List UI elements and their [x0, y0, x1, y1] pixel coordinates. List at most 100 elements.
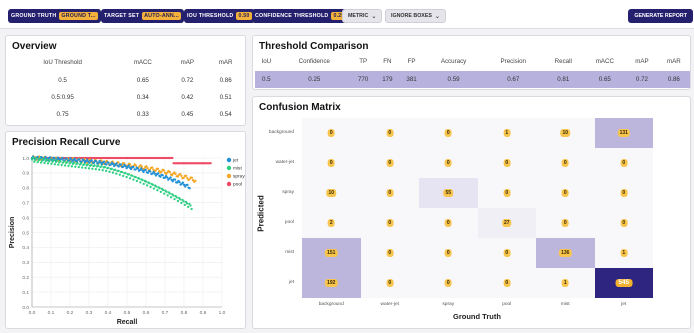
- confusion-cell[interactable]: 0: [594, 208, 653, 238]
- threshold-cell: 770: [357, 76, 369, 83]
- legend-marker-spray: [226, 173, 232, 179]
- confusion-cell[interactable]: 1: [536, 268, 595, 298]
- threshold-header-cell: Confidence: [298, 58, 330, 65]
- confusion-cell[interactable]: 1: [594, 238, 653, 268]
- metric-dropdown[interactable]: METRIC ⌄: [342, 9, 383, 23]
- target-set-selector[interactable]: TARGET SET AUTO-ANN...: [101, 9, 184, 23]
- pr-curve-point-mist: [124, 172, 127, 175]
- pr-curve-point-spray: [162, 169, 166, 172]
- pr-curve-point-jet: [127, 164, 131, 167]
- pr-curve-point-jet: [157, 172, 160, 175]
- confusion-cell[interactable]: 545: [594, 268, 653, 298]
- confusion-cell[interactable]: 0: [360, 118, 419, 148]
- confusion-value-badge: 0: [386, 159, 394, 167]
- confusion-cell[interactable]: 0: [536, 148, 595, 178]
- confusion-cell[interactable]: 0: [360, 268, 419, 298]
- confusion-cell[interactable]: 0: [360, 238, 419, 268]
- confusion-cell[interactable]: 0: [477, 178, 536, 208]
- pr-curve-point-jet: [188, 187, 191, 190]
- overview-cell: 0.75: [56, 111, 69, 118]
- pr-curve-point-jet: [149, 170, 152, 173]
- confusion-cell[interactable]: 0: [302, 148, 361, 178]
- confusion-cell[interactable]: 0: [594, 178, 653, 208]
- confusion-cell[interactable]: 55: [419, 178, 478, 208]
- confusion-cell[interactable]: 0: [477, 148, 536, 178]
- confusion-cell[interactable]: 151: [302, 238, 361, 268]
- confusion-cell[interactable]: 0: [536, 208, 595, 238]
- overview-cell: 0.33: [136, 111, 149, 118]
- confidence-threshold-selector[interactable]: CONFIDENCE THRESHOLD 0.25: [252, 9, 350, 23]
- confusion-cell[interactable]: 0: [360, 148, 419, 178]
- confusion-value-badge: 0: [386, 219, 394, 227]
- confusion-cell[interactable]: 0: [477, 268, 536, 298]
- pr-curve-point-jet: [169, 176, 172, 179]
- pr-curve-point-jet: [173, 178, 177, 181]
- predicted-class-label: jet: [288, 280, 294, 285]
- confusion-cell[interactable]: 0: [594, 148, 653, 178]
- confusion-cell[interactable]: 0: [536, 178, 595, 208]
- pr-curve-point-jet: [161, 174, 164, 177]
- confusion-cell[interactable]: 0: [302, 118, 361, 148]
- pr-curve-point-jet: [82, 159, 85, 162]
- threshold-header-cell: TP: [359, 58, 368, 65]
- confusion-cell[interactable]: 10: [536, 118, 595, 148]
- pr-curve-point-mist: [159, 190, 162, 194]
- y-tick-label: 0.8: [22, 186, 29, 192]
- y-tick-label: 0.3: [22, 260, 29, 266]
- pr-curve-point-mist: [83, 162, 86, 166]
- ground-truth-value: GROUND T...: [59, 12, 98, 20]
- pr-curve-point-jet: [53, 157, 56, 160]
- pr-curve-point-spray: [134, 164, 138, 167]
- confusion-cell[interactable]: 27: [477, 208, 536, 238]
- pr-curve-point-mist: [127, 173, 131, 176]
- pr-curve-point-jet: [95, 160, 98, 163]
- x-tick-label: 0.9: [200, 310, 207, 316]
- overview-row: 0.5:0.95 0.34 0.42 0.51: [8, 89, 245, 106]
- confusion-value-badge: 0: [620, 159, 628, 167]
- pr-curve-point-jet: [107, 161, 110, 164]
- confusion-cell[interactable]: 0: [419, 208, 478, 238]
- confusion-value-badge: 2: [327, 219, 335, 227]
- pr-curve-point-mist: [100, 165, 103, 168]
- confusion-cell[interactable]: 0: [477, 238, 536, 268]
- confusion-cell[interactable]: 0: [360, 178, 419, 208]
- confusion-cell[interactable]: 131: [594, 118, 653, 148]
- ground-truth-selector[interactable]: GROUND TRUTH GROUND T...: [8, 9, 101, 23]
- ignore-boxes-label: IGNORE BOXES: [391, 13, 432, 19]
- threshold-row[interactable]: 0.5 0.25 770 179 381 0.59 0.67 0.81 0.65 0.72 0.86: [255, 71, 690, 88]
- confusion-cell[interactable]: 0: [360, 208, 419, 238]
- confusion-value-badge: 0: [386, 129, 394, 137]
- iou-threshold-selector[interactable]: IOU THRESHOLD 0.50: [184, 9, 255, 23]
- confusion-cell[interactable]: 0: [419, 118, 478, 148]
- pr-curve-point-spray: [190, 176, 194, 179]
- pr-curve-point-jet: [117, 165, 120, 168]
- confusion-value-badge: 10: [560, 129, 571, 137]
- confusion-cell[interactable]: 10: [302, 178, 361, 208]
- y-tick-label: 1.0: [22, 156, 29, 162]
- threshold-table: IoU Confidence TP FN FP Accuracy Precision Reca…: [255, 56, 690, 88]
- pr-curve-point-mist: [187, 205, 190, 209]
- confusion-cell[interactable]: 192: [302, 268, 361, 298]
- pr-curve-point-mist: [173, 197, 176, 201]
- pr-curve-point-mist: [155, 185, 158, 188]
- pr-curve-point-mist: [69, 161, 72, 164]
- confusion-cell[interactable]: 1: [477, 118, 536, 148]
- threshold-cell: 0.86: [667, 76, 680, 83]
- confusion-cell[interactable]: 0: [419, 268, 478, 298]
- pr-curve-point-jet: [78, 158, 81, 161]
- confusion-cell[interactable]: 0: [419, 148, 478, 178]
- threshold-cell: 0.72: [635, 76, 648, 83]
- pr-curve-point-jet: [48, 156, 52, 159]
- confusion-cell[interactable]: 2: [302, 208, 361, 238]
- confusion-cell[interactable]: 136: [536, 238, 595, 268]
- pr-curve-chart: 0.0 0.1 0.2 0.3 0.4 0.5 0.6 0.7 0.8 0.9 1.0 0.0 0.1 0…: [9, 155, 245, 326]
- generate-report-button[interactable]: GENERATE REPORT: [628, 9, 693, 23]
- ignore-boxes-dropdown[interactable]: IGNORE BOXES ⌄: [385, 9, 446, 23]
- pr-curve-point-mist: [189, 204, 192, 207]
- confusion-cell[interactable]: 0: [419, 238, 478, 268]
- pr-curve-point-spray: [146, 166, 149, 170]
- pr-curve-point-mist: [86, 163, 90, 166]
- confusion-value-badge: 0: [561, 189, 569, 197]
- confusion-value-badge: 131: [617, 129, 630, 137]
- x-tick-label: 0.0: [29, 310, 36, 316]
